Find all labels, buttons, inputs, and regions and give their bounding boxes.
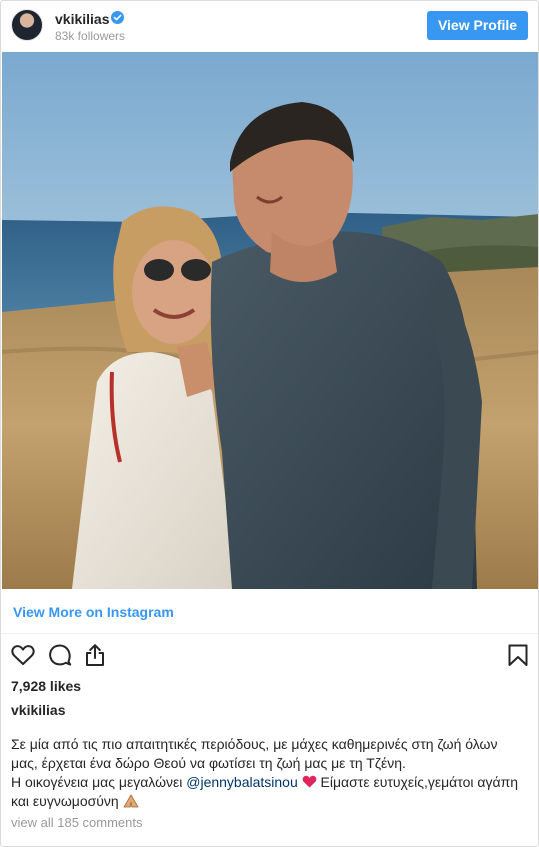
like-count[interactable]: 7,928 likes	[11, 678, 81, 694]
header-username[interactable]: vkikilias	[55, 11, 110, 27]
post-header: vkikilias 83k followers View Profile	[1, 1, 538, 51]
action-bar	[1, 635, 538, 675]
view-more-section: View More on Instagram	[1, 590, 538, 634]
praying-hands-emoji	[122, 794, 139, 808]
view-profile-button[interactable]: View Profile	[427, 11, 528, 40]
caption-line-3: Η οικογένεια μας μεγαλώνει @jennybalatsi…	[11, 773, 531, 792]
mention-link[interactable]: @jennybalatsinou	[186, 774, 298, 790]
caption-line-4-text: και ευγνωμοσύνη	[11, 793, 119, 809]
caption-line-4: και ευγνωμοσύνη	[11, 792, 531, 811]
view-more-on-instagram-link[interactable]: View More on Instagram	[13, 604, 174, 620]
follower-count: 83k followers	[55, 29, 126, 43]
caption-line-3-suffix: Είμαστε ευτυχείς,γεμάτοι αγάπη	[316, 774, 519, 790]
view-all-comments-link[interactable]: view all 185 comments	[11, 815, 143, 830]
post-photo[interactable]	[2, 52, 538, 589]
couple-by-the-sea-photo	[2, 52, 538, 589]
profile-avatar[interactable]	[11, 9, 43, 41]
red-heart-emoji	[302, 774, 317, 788]
comment-icon[interactable]	[47, 642, 73, 668]
instagram-embed-card: vkikilias 83k followers View Profile Vie…	[0, 0, 539, 847]
caption-username[interactable]: vkikilias	[11, 702, 66, 718]
bookmark-icon[interactable]	[505, 642, 531, 668]
post-caption: Σε μία από τις πιο απαιτητικές περιόδους…	[11, 735, 531, 811]
verified-badge-icon	[111, 11, 124, 24]
caption-line-2: μας, έρχεται ένα δώρο Θεού να φωτίσει τη…	[11, 755, 406, 771]
heart-icon[interactable]	[10, 642, 36, 668]
caption-line-3-prefix: Η οικογένεια μας μεγαλώνει	[11, 774, 187, 790]
caption-line-1: Σε μία από τις πιο απαιτητικές περιόδους…	[11, 736, 498, 752]
share-icon[interactable]	[82, 642, 108, 668]
